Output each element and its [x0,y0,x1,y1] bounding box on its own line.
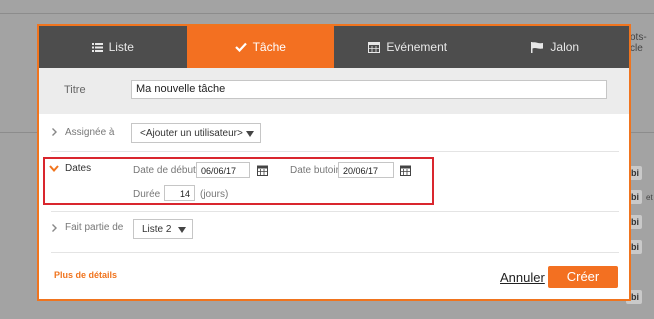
background-divider [631,132,654,133]
calendar-icon[interactable] [400,165,411,176]
start-date-label: Date de début [133,165,196,176]
background-text: et [646,193,653,202]
background-divider [0,132,37,133]
divider [51,151,619,152]
list-value: Liste 2 [142,224,172,235]
tab-label: Liste [108,40,134,54]
chevron-right-icon[interactable] [52,224,57,232]
tab-liste[interactable]: Liste [39,26,187,68]
list-select[interactable]: Liste 2 [133,219,193,239]
duration-label: Durée [133,189,161,200]
dropdown-arrow-icon [178,227,186,233]
assignee-value: <Ajouter un utilisateur> [140,128,243,139]
assignee-select[interactable]: <Ajouter un utilisateur> [131,123,261,143]
flag-icon [531,41,544,53]
title-input[interactable]: Ma nouvelle tâche [131,80,607,99]
item-type-tabs: Liste Tâche Evénement Jalon [39,26,630,75]
background-divider [0,13,654,14]
due-date-label: Date butoir [290,165,339,176]
divider [51,211,619,212]
chevron-down-icon[interactable] [49,165,59,172]
assignee-label: Assignée à [65,127,115,138]
due-date-input[interactable]: 20/06/17 [338,162,394,178]
check-icon [234,42,247,52]
duration-unit: (jours) [200,189,229,200]
background-text: ots-cle [630,32,647,54]
calendar-icon [368,41,381,53]
new-item-dialog: Liste Tâche Evénement Jalon Titre Ma nou… [37,24,631,301]
tab-label: Evénement [386,40,448,54]
create-button[interactable]: Créer [548,266,618,288]
tab-jalon[interactable]: Jalon [482,26,630,68]
list-icon [91,42,103,52]
title-section: Titre Ma nouvelle tâche [39,68,629,114]
start-date-input[interactable]: 06/06/17 [196,162,250,178]
divider [51,252,619,253]
tab-label: Tâche [252,40,286,54]
cancel-button[interactable]: Annuler [500,270,545,285]
dropdown-arrow-icon [246,131,254,137]
tab-tache[interactable]: Tâche [186,26,334,75]
title-label: Titre [64,84,86,96]
more-details-link[interactable]: Plus de détails [54,270,117,280]
tab-evenement[interactable]: Evénement [334,26,482,68]
part-of-label: Fait partie de [65,222,124,233]
chevron-right-icon[interactable] [52,128,57,136]
tab-label: Jalon [550,40,580,54]
calendar-icon[interactable] [257,165,268,176]
dates-label: Dates [65,163,92,174]
duration-input[interactable]: 14 [164,185,195,201]
